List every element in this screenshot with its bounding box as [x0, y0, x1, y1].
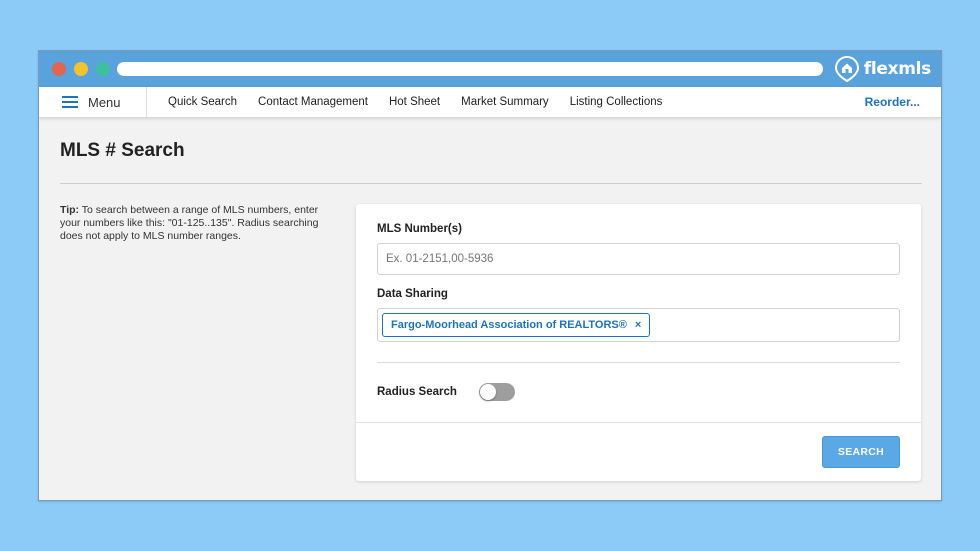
card-footer-divider	[356, 422, 921, 423]
browser-window: flexmls Menu Quick Search Contact Manage…	[38, 50, 942, 501]
form-divider	[377, 362, 900, 363]
radius-search-label: Radius Search	[377, 386, 457, 398]
menu-button[interactable]: Menu	[39, 87, 147, 117]
nav-link-hot-sheet[interactable]: Hot Sheet	[389, 96, 440, 108]
nav-link-listing-collections[interactable]: Listing Collections	[570, 96, 663, 108]
mls-number-input[interactable]	[377, 243, 900, 275]
minimize-window-dot[interactable]	[74, 62, 88, 76]
brand-name: flexmls	[863, 59, 932, 79]
search-tip: Tip: To search between a range of MLS nu…	[60, 204, 330, 243]
house-pin-icon	[834, 56, 859, 82]
brand-logo: flexmls	[834, 56, 932, 82]
title-divider	[60, 183, 922, 184]
reorder-link[interactable]: Reorder...	[865, 87, 920, 117]
data-sharing-select[interactable]: Fargo-Moorhead Association of REALTORS® …	[377, 308, 900, 342]
nav-link-contact-management[interactable]: Contact Management	[258, 96, 368, 108]
maximize-window-dot[interactable]	[96, 62, 110, 76]
radius-search-toggle[interactable]	[478, 383, 515, 401]
nav-links: Quick Search Contact Management Hot Shee…	[168, 87, 662, 117]
search-button[interactable]: SEARCH	[822, 436, 900, 468]
toggle-knob	[479, 384, 496, 400]
nav-link-market-summary[interactable]: Market Summary	[461, 96, 549, 108]
data-sharing-label: Data Sharing	[377, 288, 448, 300]
search-form-card: MLS Number(s) Data Sharing Fargo-Moorhea…	[356, 204, 921, 481]
data-sharing-chip-label: Fargo-Moorhead Association of REALTORS®	[391, 319, 627, 331]
title-bar: flexmls	[39, 51, 941, 87]
hamburger-icon	[62, 96, 78, 108]
radius-search-row: Radius Search	[377, 382, 515, 402]
tip-text: To search between a range of MLS numbers…	[60, 204, 319, 242]
close-window-dot[interactable]	[52, 62, 66, 76]
chip-remove-icon[interactable]: ×	[635, 319, 641, 331]
nav-link-quick-search[interactable]: Quick Search	[168, 96, 237, 108]
mls-number-label: MLS Number(s)	[377, 223, 462, 235]
menu-label: Menu	[88, 94, 121, 110]
data-sharing-chip: Fargo-Moorhead Association of REALTORS® …	[382, 313, 651, 337]
address-bar[interactable]	[117, 62, 823, 76]
top-navigation: Menu Quick Search Contact Management Hot…	[39, 87, 941, 118]
tip-prefix: Tip:	[60, 204, 80, 216]
page-title: MLS # Search	[60, 140, 185, 161]
